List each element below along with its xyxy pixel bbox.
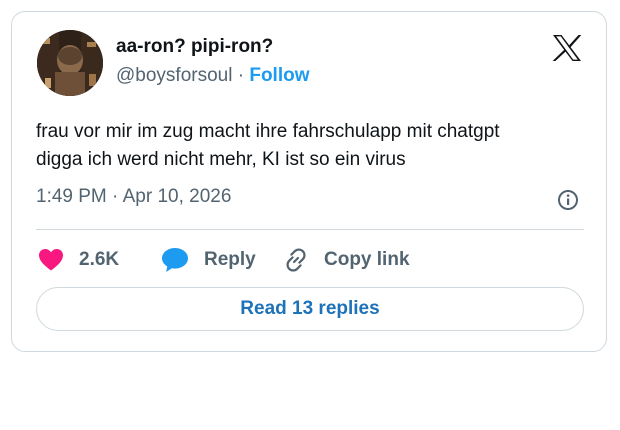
heart-icon: [38, 248, 64, 272]
tweet-text-line: frau vor mir im zug macht ihre fahrschul…: [36, 121, 500, 142]
user-handle[interactable]: @boysforsoul: [116, 65, 232, 86]
copy-link-label: Copy link: [324, 249, 410, 270]
x-logo-icon[interactable]: [552, 34, 582, 62]
info-icon[interactable]: [557, 189, 579, 211]
read-replies-button[interactable]: Read 13 replies: [36, 287, 584, 331]
handle-row: @boysforsoul · Follow: [116, 65, 310, 87]
reply-label: Reply: [204, 249, 256, 270]
tweet-text: frau vor mir im zug macht ihre fahrschul…: [36, 118, 596, 174]
reply-button[interactable]: Reply: [161, 245, 256, 275]
tweet-card: aa-ron? pipi-ron? @boysforsoul · Follow …: [11, 11, 607, 352]
copy-link-button[interactable]: Copy link: [283, 245, 410, 275]
read-replies-label: Read 13 replies: [240, 298, 380, 319]
like-button[interactable]: 2.6K: [38, 245, 119, 275]
like-count: 2.6K: [79, 249, 120, 270]
display-name[interactable]: aa-ron? pipi-ron?: [116, 36, 273, 58]
avatar[interactable]: [37, 30, 103, 96]
tweet-text-line: digga ich werd nicht mehr, KI ist so ein…: [36, 149, 406, 170]
follow-button[interactable]: Follow: [249, 65, 309, 86]
speech-bubble-icon: [161, 247, 189, 273]
divider: [36, 229, 584, 230]
link-icon: [283, 247, 309, 273]
separator-dot: ·: [237, 65, 245, 86]
avatar-image: [37, 30, 103, 96]
tweet-timestamp[interactable]: 1:49 PM · Apr 10, 2026: [36, 186, 231, 208]
